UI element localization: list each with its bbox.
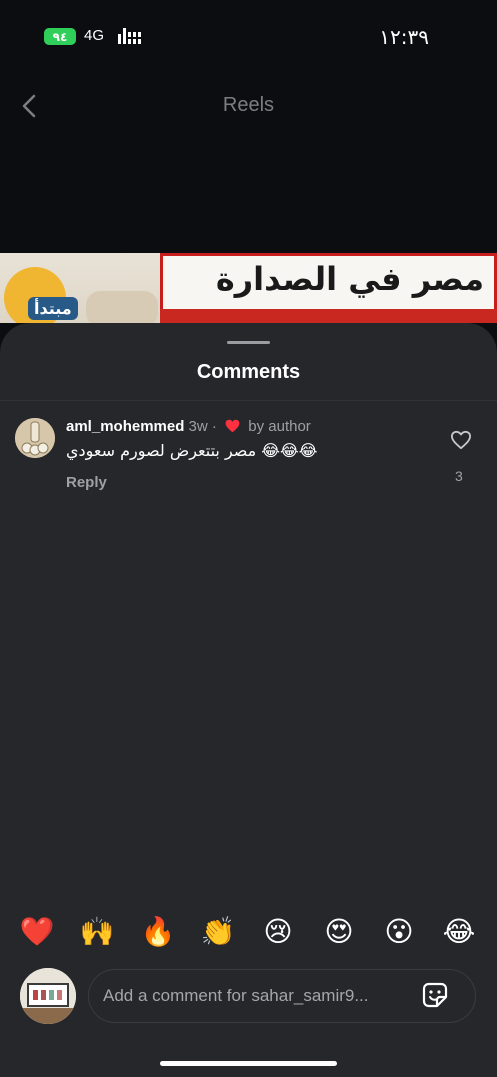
preview-banner [160, 309, 497, 323]
comment-meta: aml_mohemmed 3w · by author [66, 418, 311, 435]
preview-thumbnail-left: مبتدأ [0, 253, 160, 323]
battery-indicator: ٩٤ [44, 28, 76, 45]
emoji-fire[interactable]: 🔥 [140, 914, 176, 950]
drag-handle[interactable] [227, 341, 270, 344]
emoji-crying[interactable]: 😢 [260, 914, 296, 950]
preview-graphic [86, 291, 158, 323]
emoji-heart[interactable]: ❤️ [19, 914, 55, 950]
top-nav: Reels [0, 88, 497, 128]
emoji-surprised[interactable]: 😮 [381, 914, 417, 950]
comment-username[interactable]: aml_mohemmed [66, 418, 184, 435]
avatar[interactable] [20, 968, 76, 1024]
avatar-image [20, 968, 76, 1024]
emoji-laughing[interactable]: 😂 [441, 914, 477, 950]
comments-sheet: Comments aml_mohemmed 3w · by author مصر… [0, 323, 497, 1077]
emoji-heart-eyes[interactable]: 😍 [321, 914, 357, 950]
emoji-quick-bar: ❤️ 🙌 🔥 👏 😢 😍 😮 😂 [0, 914, 497, 954]
sticker-icon[interactable] [420, 980, 450, 1010]
reel-video-preview[interactable]: مبتدأ مصر في الصدارة [0, 253, 497, 323]
signal-strength-icon [118, 28, 141, 44]
status-bar: ٩٤ 4G ١٢:٣٩ [0, 0, 497, 70]
like-count: 3 [455, 468, 463, 484]
avatar-image [15, 418, 55, 458]
comment-item: aml_mohemmed 3w · by author مصر بتتعرض ل… [0, 416, 497, 496]
liked-by-author-heart-icon [225, 419, 240, 433]
page-title: Reels [222, 94, 275, 116]
separator-dot: · [211, 418, 217, 435]
network-type: 4G [84, 27, 105, 44]
preview-label: مبتدأ [28, 297, 78, 320]
heart-outline-icon[interactable] [450, 430, 472, 450]
emoji-clapping[interactable]: 👏 [200, 914, 236, 950]
reply-button[interactable]: Reply [66, 474, 107, 491]
comment-time: 3w [188, 418, 208, 435]
sheet-title: Comments [196, 361, 301, 383]
comment-input[interactable] [88, 969, 476, 1023]
status-time: ١٢:٣٩ [379, 25, 429, 49]
emoji-raised-hands[interactable]: 🙌 [79, 914, 115, 950]
avatar[interactable] [15, 418, 55, 458]
divider [0, 400, 497, 401]
preview-headline: مصر في الصدارة [215, 260, 484, 298]
comment-text: مصر بتتعرض لصورم سعودي 😂😂😂 [66, 441, 318, 460]
comment-composer [0, 968, 497, 1024]
liked-by-author-label: by author [248, 418, 311, 435]
home-indicator[interactable] [160, 1061, 337, 1066]
